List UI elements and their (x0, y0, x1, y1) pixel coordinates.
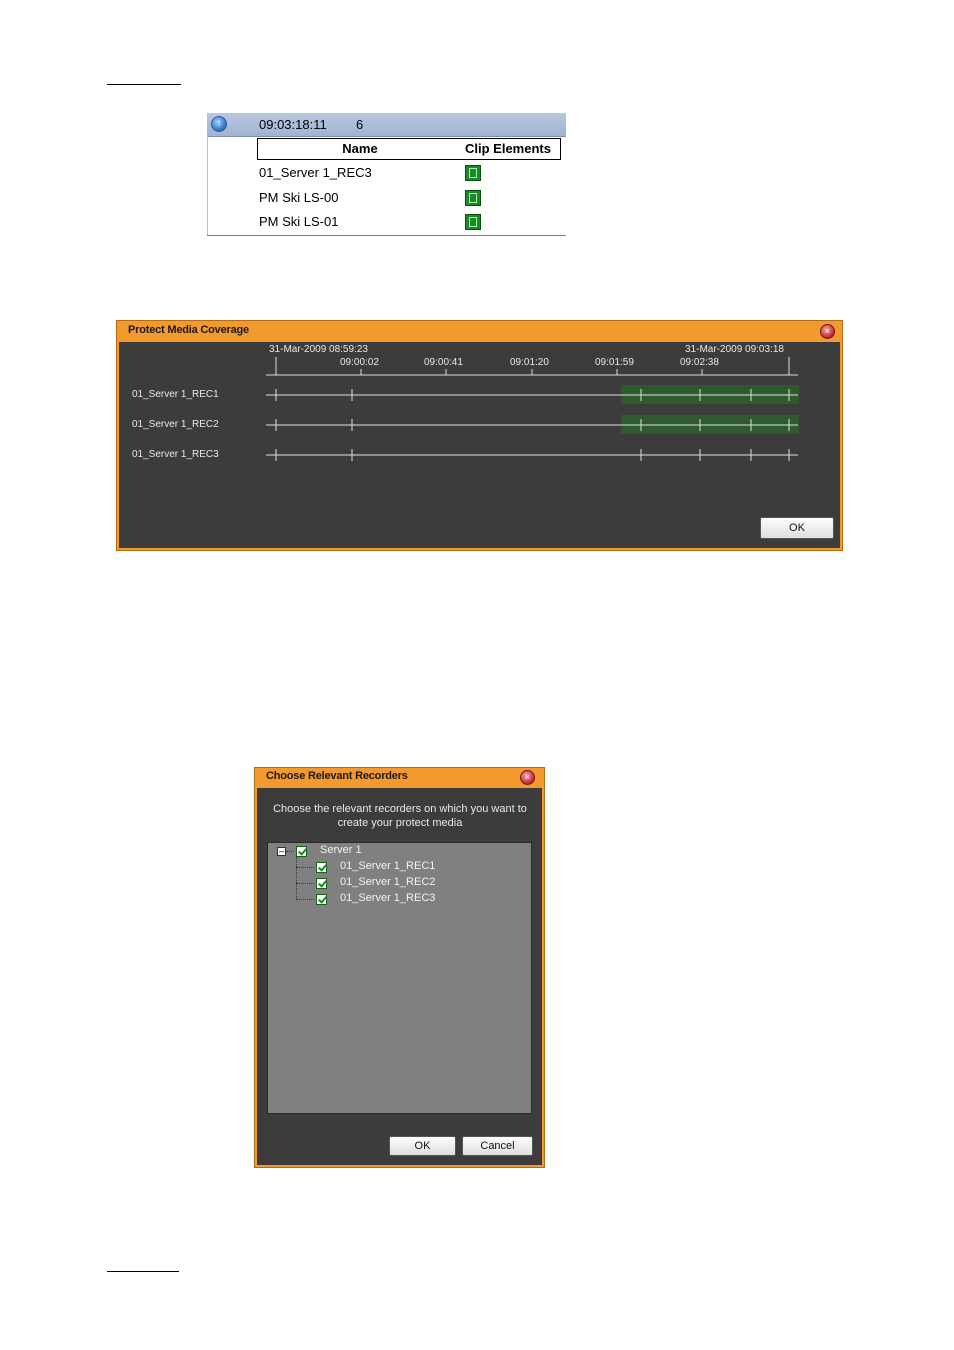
clip-element-icon[interactable] (465, 165, 481, 181)
protect-media-coverage-dialog: Protect Media Coverage × 31-Mar-2009 08:… (116, 320, 843, 551)
dialog-title: Choose Relevant Recorders (266, 770, 408, 782)
recorder-row-label: 01_Server 1_REC2 (132, 419, 219, 430)
recorder-row-label: 01_Server 1_REC3 (132, 449, 219, 460)
recorder-row-label: 01_Server 1_REC1 (132, 389, 219, 400)
tree-item-recorder[interactable]: 01_Server 1_REC3 (340, 892, 435, 904)
coverage-timeline (266, 357, 799, 461)
checkbox-recorder[interactable] (316, 894, 327, 905)
clip-row-name[interactable]: 01_Server 1_REC3 (259, 165, 372, 180)
close-icon[interactable]: × (820, 324, 835, 339)
clip-element-icon[interactable] (465, 190, 481, 206)
coverage-panel: 31-Mar-2009 08:59:23 31-Mar-2009 09:03:1… (119, 342, 840, 548)
checkbox-recorder[interactable] (316, 862, 327, 873)
page-footer-rule (107, 1271, 179, 1272)
cancel-button[interactable]: Cancel (462, 1136, 533, 1156)
dialog-title: Protect Media Coverage (128, 324, 249, 336)
recorders-panel: Choose the relevant recorders on which y… (257, 788, 542, 1165)
group-count: 6 (356, 117, 364, 132)
instruction-text: Choose the relevant recorders on which y… (273, 803, 527, 829)
checkbox-recorder[interactable] (316, 878, 327, 889)
ok-button[interactable]: OK (760, 517, 834, 539)
clip-table: ↑ 09:03:18:11 6 Name Clip Elements 01_Se… (207, 113, 566, 236)
choose-relevant-recorders-dialog: Choose Relevant Recorders × Choose the r… (254, 767, 545, 1168)
ok-button[interactable]: OK (389, 1136, 456, 1156)
checkbox-server[interactable] (296, 846, 307, 857)
expand-collapse-icon[interactable]: ↑ (211, 116, 227, 132)
recorder-tree[interactable]: – Server 1 01_Server 1_REC1 01_Server 1_… (267, 842, 532, 1114)
page-header-rule (107, 84, 181, 85)
close-icon[interactable]: × (520, 770, 535, 785)
clip-row-name[interactable]: PM Ski LS-00 (259, 190, 338, 205)
column-header-name[interactable]: Name (257, 138, 463, 160)
tree-collapse-icon[interactable]: – (277, 847, 286, 856)
clip-group-header[interactable]: ↑ 09:03:18:11 6 (207, 113, 566, 137)
clip-row-name[interactable]: PM Ski LS-01 (259, 214, 338, 229)
group-timecode: 09:03:18:11 (259, 117, 327, 132)
column-header-clip-elements[interactable]: Clip Elements (462, 138, 561, 160)
tree-item-server[interactable]: Server 1 (320, 844, 362, 856)
tree-item-recorder[interactable]: 01_Server 1_REC1 (340, 860, 435, 872)
clip-element-icon[interactable] (465, 214, 481, 230)
tree-item-recorder[interactable]: 01_Server 1_REC2 (340, 876, 435, 888)
